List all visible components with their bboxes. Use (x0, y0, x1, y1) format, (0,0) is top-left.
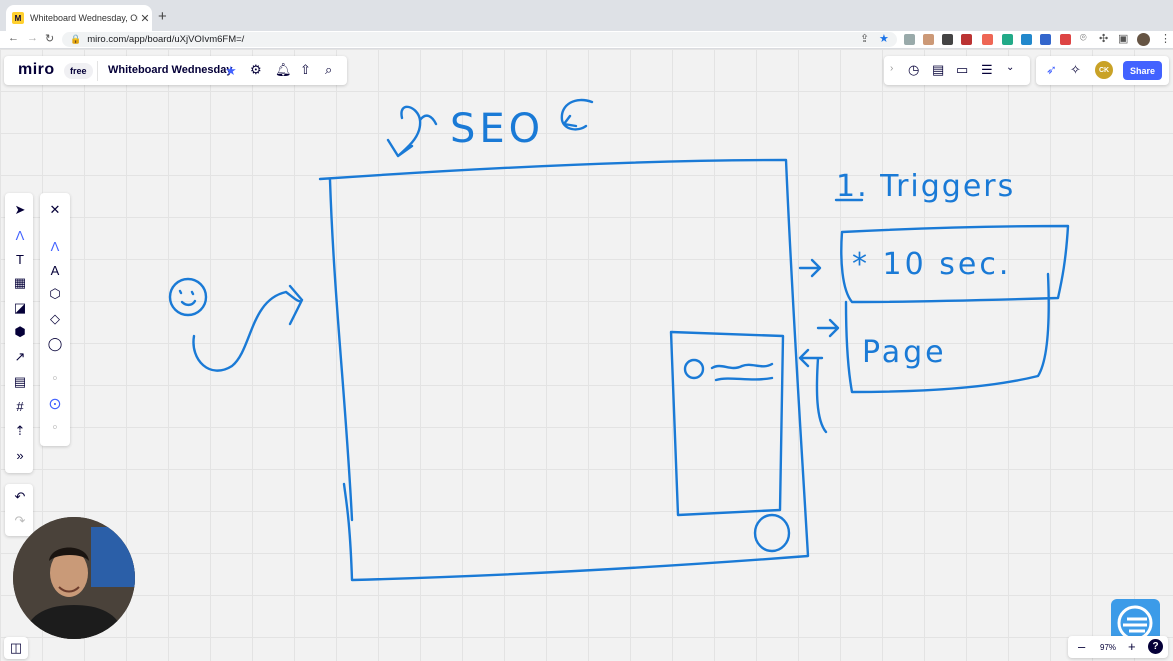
card-icon[interactable]: ▤ (932, 62, 944, 78)
chevron-down-icon[interactable]: ⌄ (1006, 62, 1014, 73)
pen-tool-icon[interactable]: Λ (9, 224, 31, 246)
sidebar-toggle-icon[interactable]: ▣ (1118, 32, 1128, 45)
lasso-icon[interactable]: ◯ (44, 333, 66, 355)
extension-icon[interactable] (904, 34, 915, 45)
search-icon[interactable]: ⌕ (325, 62, 332, 78)
notifications-bell-icon[interactable]: 🔔︎ (275, 62, 292, 78)
sticky-note-icon[interactable]: ◪ (9, 297, 31, 319)
extension-icon[interactable] (1040, 34, 1051, 45)
upload-icon[interactable]: ⇡ (9, 420, 31, 442)
arrow-line-icon[interactable]: ↗ (9, 346, 31, 368)
miro-logo[interactable]: miro (18, 61, 55, 79)
cursor-pointer-icon[interactable]: ➶ (1046, 62, 1057, 78)
color-dot-black[interactable]: ◦ (44, 417, 66, 439)
share-page-icon[interactable]: ⇪ (860, 32, 869, 45)
extension-icon[interactable] (982, 34, 993, 45)
pen-options-toolbar: ✕ Λ A ⬡ ◇ ◯ ◦ ⊙ ◦ (40, 193, 70, 446)
color-dot-selected[interactable]: ⊙ (44, 393, 66, 415)
zoom-control: – 97% + ? (1068, 636, 1168, 658)
browser-tab[interactable]: M Whiteboard Wednesday, Online ✕ (6, 5, 152, 31)
divider (97, 61, 98, 81)
comment-tool-icon[interactable]: ▤ (9, 371, 31, 393)
share-button[interactable]: Share (1123, 61, 1162, 80)
plan-badge[interactable]: free (64, 63, 93, 79)
whiteboard-canvas[interactable] (0, 49, 1173, 661)
zoom-level[interactable]: 97% (1100, 643, 1116, 652)
new-tab-icon[interactable]: + (158, 8, 167, 25)
forward-icon[interactable]: → (27, 32, 38, 44)
more-tools-icon[interactable]: » (9, 444, 31, 466)
notes-icon[interactable]: ☰ (981, 62, 993, 78)
help-button[interactable]: ? (1148, 639, 1163, 654)
browser-tab-strip: M Whiteboard Wednesday, Online ✕ + (0, 0, 1173, 31)
extensions-puzzle-icon[interactable]: ✣ (1099, 32, 1108, 45)
board-tools-panel: › ◷ ▤ ▭ ☰ ⌄ (884, 56, 1030, 85)
zoom-out-button[interactable]: – (1078, 639, 1085, 654)
frame-icon[interactable]: # (9, 395, 31, 417)
celebrate-icon[interactable]: ✧ (1070, 62, 1081, 78)
select-cursor-icon[interactable]: ➤ (9, 199, 31, 221)
zoom-in-button[interactable]: + (1128, 639, 1136, 654)
webcam-video (13, 517, 135, 639)
tab-title: Whiteboard Wednesday, Online (30, 13, 138, 23)
url-text: miro.com/app/board/uXjVOIvm6FM=/ (87, 34, 245, 45)
extension-icon[interactable] (1002, 34, 1013, 45)
url-field[interactable]: 🔒 miro.com/app/board/uXjVOIvm6FM=/ (62, 32, 897, 47)
profile-avatar[interactable] (1137, 33, 1150, 46)
extension-icon[interactable] (1021, 34, 1032, 45)
panel-toggle-icon[interactable]: ◫ (5, 637, 27, 659)
color-dot-small[interactable]: ◦ (44, 368, 66, 390)
close-icon[interactable]: ✕ (44, 199, 66, 221)
settings-gear-icon[interactable]: ⚙ (250, 62, 262, 78)
address-bar-row: ← → ↻ 🔒 miro.com/app/board/uXjVOIvm6FM=/… (0, 31, 1173, 49)
tab-close-icon[interactable]: ✕ (138, 12, 152, 25)
collaborator-avatar[interactable]: CK (1095, 61, 1113, 79)
lock-icon: 🔒 (70, 34, 82, 44)
text-tool-icon[interactable]: T (9, 248, 31, 270)
chevron-right-icon[interactable]: › (890, 63, 893, 74)
miro-favicon-icon: M (12, 12, 24, 24)
marker-icon[interactable]: A (44, 259, 66, 281)
redo-icon[interactable]: ↷ (9, 510, 31, 532)
reload-icon[interactable]: ↻ (45, 32, 54, 45)
camera-icon[interactable]: ⌾ (1080, 32, 1087, 45)
undo-icon[interactable]: ↶ (9, 486, 31, 508)
browser-menu-icon[interactable]: ⋮ (1160, 32, 1171, 45)
back-icon[interactable]: ← (8, 32, 19, 44)
extension-icon[interactable] (923, 34, 934, 45)
extension-icon[interactable] (1060, 34, 1071, 45)
extension-icon[interactable] (961, 34, 972, 45)
timer-icon[interactable]: ◷ (908, 62, 919, 78)
eraser-icon[interactable]: ◇ (44, 308, 66, 330)
presenter-figure (13, 517, 135, 639)
pen-icon[interactable]: Λ (44, 235, 66, 257)
shapes-icon[interactable]: ⬢ (9, 321, 31, 343)
left-toolbar: ➤ Λ T ▦ ◪ ⬢ ↗ ▤ # ⇡ » (5, 193, 33, 473)
bookmark-star-icon[interactable]: ★ (879, 32, 889, 45)
template-icon[interactable]: ▦ (9, 272, 31, 294)
favorite-star-icon[interactable]: ★ (225, 63, 237, 79)
board-name[interactable]: Whiteboard Wednesday (108, 64, 232, 76)
shape-recognition-icon[interactable]: ⬡ (44, 283, 66, 305)
comment-icon[interactable]: ▭ (956, 62, 968, 78)
board-header-panel: miro free Whiteboard Wednesday ★ ⚙ 🔔︎ ⇧ … (4, 56, 347, 85)
extension-icon[interactable] (942, 34, 953, 45)
sidebar-toggle-panel: ◫ (4, 637, 28, 659)
export-upload-icon[interactable]: ⇧ (300, 62, 311, 78)
undo-redo-panel: ↶ ↷ (5, 484, 33, 536)
